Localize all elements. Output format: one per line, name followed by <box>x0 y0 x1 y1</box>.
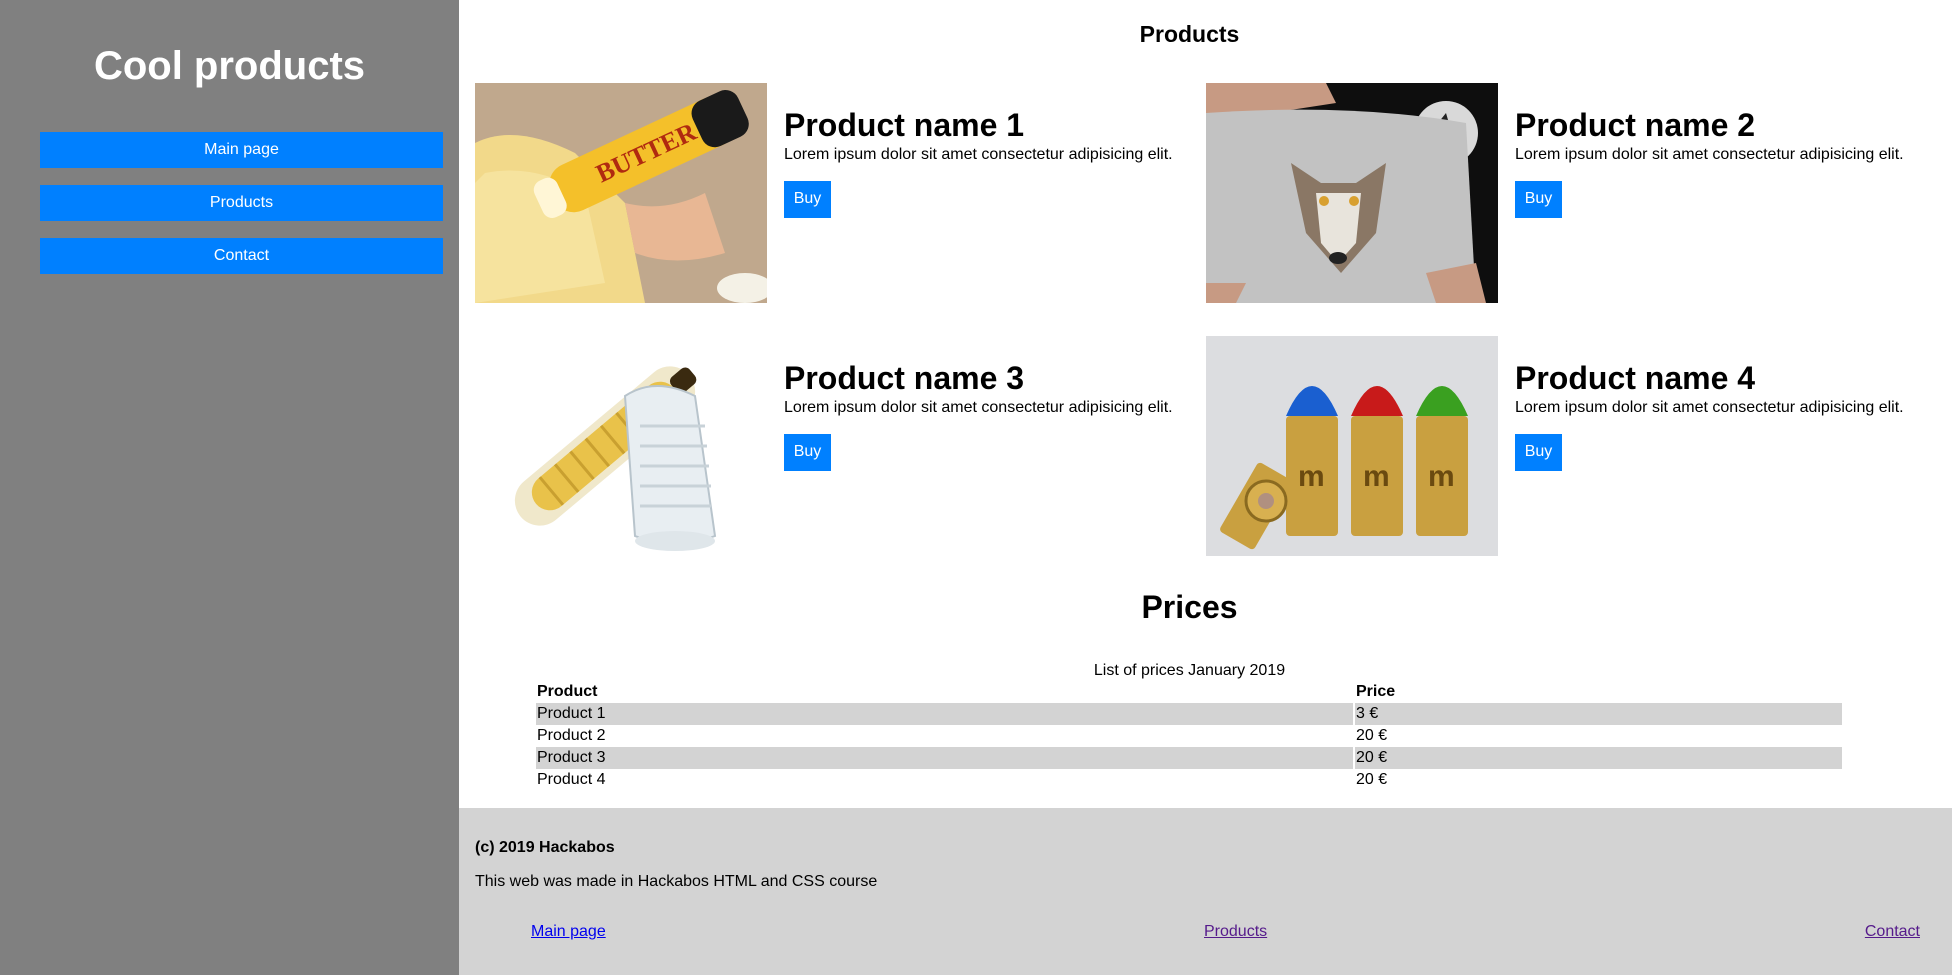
product-description-3: Lorem ipsum dolor sit amet consectetur a… <box>784 399 1173 416</box>
product-card-2: Product name 2 Lorem ipsum dolor sit ame… <box>1206 83 1926 305</box>
prices-caption: List of prices January 2019 <box>1093 662 1286 679</box>
prices-heading: Prices <box>1141 589 1238 625</box>
product-cell: Product 2 <box>537 727 606 744</box>
table-header-row: Product Price <box>536 681 1842 703</box>
svg-text:m: m <box>1428 460 1455 493</box>
buy-button-1[interactable]: Buy <box>784 181 831 218</box>
site-title: Cool products <box>93 44 366 88</box>
nav-contact-button[interactable]: Contact <box>40 238 443 274</box>
candy-bullets-image: m m m <box>1206 336 1498 556</box>
product-name-2: Product name 2 <box>1515 107 1756 143</box>
buy-button-4[interactable]: Buy <box>1515 434 1562 471</box>
product-cell: Product 4 <box>537 771 606 788</box>
price-cell: 20 € <box>1355 747 1842 769</box>
sidebar: Cool products Main page Products Contact <box>0 0 459 975</box>
product-name-4: Product name 4 <box>1515 360 1756 396</box>
product-cell: Product 1 <box>536 703 1353 725</box>
product-description-1: Lorem ipsum dolor sit amet consectetur a… <box>784 146 1173 163</box>
price-cell: 3 € <box>1355 703 1842 725</box>
svg-text:m: m <box>1363 460 1390 493</box>
product-card-1: BUTTER Product name 1 Lorem ipsum dolor … <box>475 83 1195 305</box>
butter-stick-image: BUTTER <box>475 83 767 303</box>
nav-main-page-button[interactable]: Main page <box>40 132 443 168</box>
banana-case-image <box>475 336 767 556</box>
svg-text:m: m <box>1298 460 1325 493</box>
buy-button-2[interactable]: Buy <box>1515 181 1562 218</box>
wolf-underwear-image <box>1206 83 1498 303</box>
footer-copyright: (c) 2019 Hackabos <box>475 839 615 856</box>
page-title: Products <box>1139 21 1240 47</box>
footer: (c) 2019 Hackabos This web was made in H… <box>459 808 1952 975</box>
footer-link-contact[interactable]: Contact <box>1865 922 1920 942</box>
table-row: Product 2 20 € <box>536 725 1842 747</box>
price-cell: 20 € <box>1356 771 1388 788</box>
product-name-1: Product name 1 <box>784 107 1025 143</box>
footer-link-main-page[interactable]: Main page <box>531 922 606 942</box>
product-description-2: Lorem ipsum dolor sit amet consectetur a… <box>1515 146 1904 163</box>
product-card-3: Product name 3 Lorem ipsum dolor sit ame… <box>475 336 1195 558</box>
price-cell: 20 € <box>1356 727 1388 744</box>
table-row: Product 1 3 € <box>536 703 1842 725</box>
column-header-price: Price <box>1356 683 1396 700</box>
table-row: Product 3 20 € <box>536 747 1842 769</box>
main-content: Products BUTTER Product name 1 Lorem ips… <box>459 0 1952 808</box>
product-card-4: m m m Product name 4 Lorem ipsum dolor s… <box>1206 336 1926 558</box>
footer-note: This web was made in Hackabos HTML and C… <box>475 873 878 890</box>
sidebar-nav: Main page Products Contact <box>40 132 443 291</box>
product-cell: Product 3 <box>536 747 1353 769</box>
table-row: Product 4 20 € <box>536 769 1842 791</box>
nav-products-button[interactable]: Products <box>40 185 443 221</box>
product-description-4: Lorem ipsum dolor sit amet consectetur a… <box>1515 399 1904 416</box>
product-name-3: Product name 3 <box>784 360 1025 396</box>
prices-table: Product Price Product 1 3 € Product 2 20… <box>534 681 1844 791</box>
buy-button-3[interactable]: Buy <box>784 434 831 471</box>
column-header-product: Product <box>537 683 598 700</box>
footer-link-products[interactable]: Products <box>1204 922 1267 942</box>
